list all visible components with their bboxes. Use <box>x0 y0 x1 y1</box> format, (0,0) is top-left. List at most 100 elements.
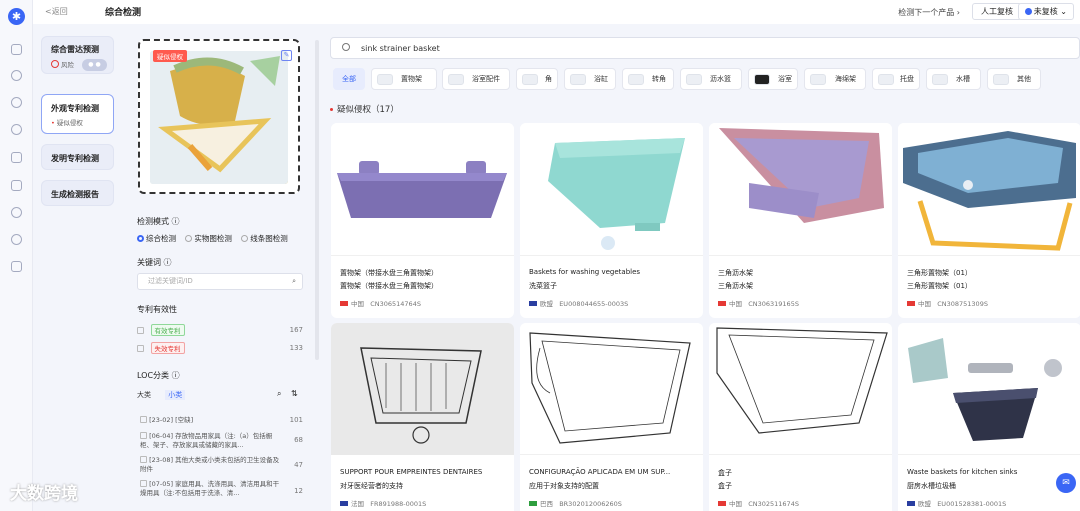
search-icon[interactable]: ⌕ <box>292 274 296 289</box>
chip-turn-corner[interactable]: 转角 <box>622 68 674 90</box>
flag-icon <box>907 501 915 506</box>
upload-icon[interactable] <box>11 261 22 272</box>
nav-appearance-patent[interactable]: 外观专利检测 • 疑似侵权 <box>41 94 114 134</box>
result-card[interactable]: SUPPORT POUR EMPREINTES DENTAIRES 对牙医经营者… <box>331 323 514 511</box>
chip-all[interactable]: 全部 <box>333 68 365 90</box>
loc-item[interactable]: [07-05] 家庭用具、洗涤用具、清洁用具和干燥用具（注:不包括用于洗涤、清.… <box>140 480 280 498</box>
category-chips: 全部 置物架 浴室配件 角 浴缸 转角 沥水篮 浴室 海绵架 托盘 水槽 其他 <box>333 68 1078 90</box>
page-title: 综合检测 <box>105 8 142 18</box>
patent-icon[interactable] <box>11 97 22 108</box>
chip-sponge-rack[interactable]: 海绵架 <box>804 68 866 90</box>
product-photo <box>150 51 288 184</box>
result-card[interactable]: 三角沥水架 三角沥水架 中国 CN306319165S <box>709 123 892 318</box>
document-icon[interactable] <box>11 152 22 163</box>
shield-icon[interactable] <box>11 207 22 218</box>
back-link[interactable]: <返回 <box>45 6 68 17</box>
result-title: 三角形置物架（01） <box>907 269 972 277</box>
result-subtitle: 厨房水槽垃圾桶 <box>907 482 956 490</box>
validity-invalid-row[interactable]: 失效专利 <box>137 342 305 354</box>
mode-photo[interactable]: 实物图检测 <box>185 234 232 243</box>
chip-other[interactable]: 其他 <box>987 68 1041 90</box>
nav-report-label: 生成检测报告 <box>51 190 99 199</box>
loc-count: 47 <box>294 461 303 469</box>
filter-scrollbar[interactable] <box>315 40 319 360</box>
chip-bathtub[interactable]: 浴缸 <box>564 68 616 90</box>
monitor-icon[interactable] <box>11 44 22 55</box>
mode-line[interactable]: 线条图检测 <box>241 234 288 243</box>
nav-radar-label: 综合雷达预测 <box>51 45 99 54</box>
invalid-tag: 失效专利 <box>150 342 185 354</box>
result-subtitle: 洗菜篮子 <box>529 282 557 290</box>
loc-count: 101 <box>289 416 303 424</box>
checkbox-icon[interactable] <box>137 327 144 334</box>
chat-fab-icon[interactable]: ✉ <box>1056 473 1076 493</box>
chip-corner[interactable]: 角 <box>516 68 558 90</box>
result-card[interactable]: 置物架（带接水盘三角置物架） 置物架（带接水盘三角置物架） 中国 CN30651… <box>331 123 514 318</box>
search-icon <box>342 43 350 51</box>
nav-generate-report[interactable]: 生成检测报告 <box>41 180 114 206</box>
location-icon[interactable] <box>11 124 22 135</box>
manual-review-button[interactable]: 人工复核 <box>972 3 1022 20</box>
loc-search-icon[interactable]: ⌕ <box>277 389 281 399</box>
bathtub-icon <box>570 74 586 85</box>
app-logo-icon[interactable]: ✱ <box>8 8 25 25</box>
watermark-text: 大数跨境 <box>10 484 78 504</box>
result-image <box>898 123 1080 256</box>
flag-icon <box>529 501 537 506</box>
mode-options: 综合检测 实物图检测 线条图检测 <box>137 233 288 244</box>
drain-basket-icon <box>686 74 702 85</box>
loc-tabs: 大类 小类 <box>137 390 186 400</box>
result-card[interactable]: 盒子 盒子 中国 CN302511674S <box>709 323 892 511</box>
filter-panel: 疑似侵权 ✎ 检测模式 ⓘ 综合检测 实物图检测 线条图检测 关键词 ⓘ 过滤关… <box>131 33 311 511</box>
result-subtitle: 三角沥水架 <box>718 282 753 290</box>
checkbox-icon[interactable] <box>137 345 144 352</box>
mode-label: 检测模式 ⓘ <box>137 217 180 226</box>
icon-sidebar: ✱ <box>0 0 33 511</box>
flag-icon <box>718 301 726 306</box>
chip-tray[interactable]: 托盘 <box>872 68 920 90</box>
search-icon[interactable] <box>11 70 22 81</box>
nav-invention-patent[interactable]: 发明专利检测 <box>41 144 114 170</box>
next-product-link[interactable]: 检测下一个产品 › <box>898 7 960 18</box>
result-meta: 中国 CN302511674S <box>718 498 799 508</box>
nav-radar-prediction[interactable]: 综合雷达预测 风险 ● ● <box>41 36 114 74</box>
result-subtitle: 对牙医经营者的支持 <box>340 482 403 490</box>
checkbox-icon[interactable] <box>140 416 147 423</box>
keyword-input[interactable]: 过滤关键词/ID ⌕ <box>137 273 303 290</box>
search-input[interactable]: sink strainer basket <box>330 37 1080 59</box>
chip-bathroom[interactable]: 浴室 <box>748 68 798 90</box>
result-card[interactable]: Baskets for washing vegetables 洗菜篮子 欧盟 E… <box>520 123 703 318</box>
flag-icon <box>340 301 348 306</box>
mode-comprehensive[interactable]: 综合检测 <box>137 234 176 243</box>
edit-image-icon[interactable]: ✎ <box>281 50 292 61</box>
copyright-icon[interactable] <box>11 234 22 245</box>
sort-icon[interactable]: ⇅ <box>291 389 298 398</box>
loc-tab-minor[interactable]: 小类 <box>165 390 186 400</box>
checkbox-icon[interactable] <box>140 456 147 463</box>
loc-item[interactable]: [23-08] 其他大类或小类未包括的卫生设备及附件 <box>140 456 280 474</box>
calendar-icon[interactable] <box>11 180 22 191</box>
radio-icon <box>137 235 144 242</box>
nav-radar-sub: 风险 <box>51 59 74 69</box>
top-bar: <返回 综合检测 检测下一个产品 › 人工复核 未复核 ⌄ <box>33 0 1080 24</box>
radio-icon <box>185 235 193 242</box>
validity-valid-row[interactable]: 有效专利 <box>137 324 305 336</box>
loc-tab-major[interactable]: 大类 <box>137 391 151 399</box>
result-title: 盒子 <box>718 469 732 477</box>
checkbox-icon[interactable] <box>140 432 147 439</box>
result-card[interactable]: Waste baskets for kitchen sinks 厨房水槽垃圾桶 … <box>898 323 1080 511</box>
review-status-dropdown[interactable]: 未复核 ⌄ <box>1017 3 1074 20</box>
product-image-box[interactable]: 疑似侵权 ✎ <box>138 39 300 194</box>
radar-toggle[interactable]: ● ● <box>82 59 107 71</box>
checkbox-icon[interactable] <box>140 480 147 487</box>
result-card[interactable]: CONFIGURAÇÃO APLICADA EM UM SUP... 应用于对象… <box>520 323 703 511</box>
result-card[interactable]: 三角形置物架（01） 三角形置物架（01） 中国 CN308751309S <box>898 123 1080 318</box>
chip-sink[interactable]: 水槽 <box>926 68 981 90</box>
chip-bath-accessory[interactable]: 浴室配件 <box>442 68 510 90</box>
flag-icon <box>529 301 537 306</box>
result-image <box>331 123 514 256</box>
loc-item[interactable]: [06-04] 存放物品用家具（注:（a）包括橱柜、架子、存放家具或储藏的家具.… <box>140 432 280 450</box>
chip-rack[interactable]: 置物架 <box>371 68 437 90</box>
loc-item[interactable]: [23-02] [空缺] <box>140 416 300 425</box>
chip-drain-basket[interactable]: 沥水篮 <box>680 68 742 90</box>
